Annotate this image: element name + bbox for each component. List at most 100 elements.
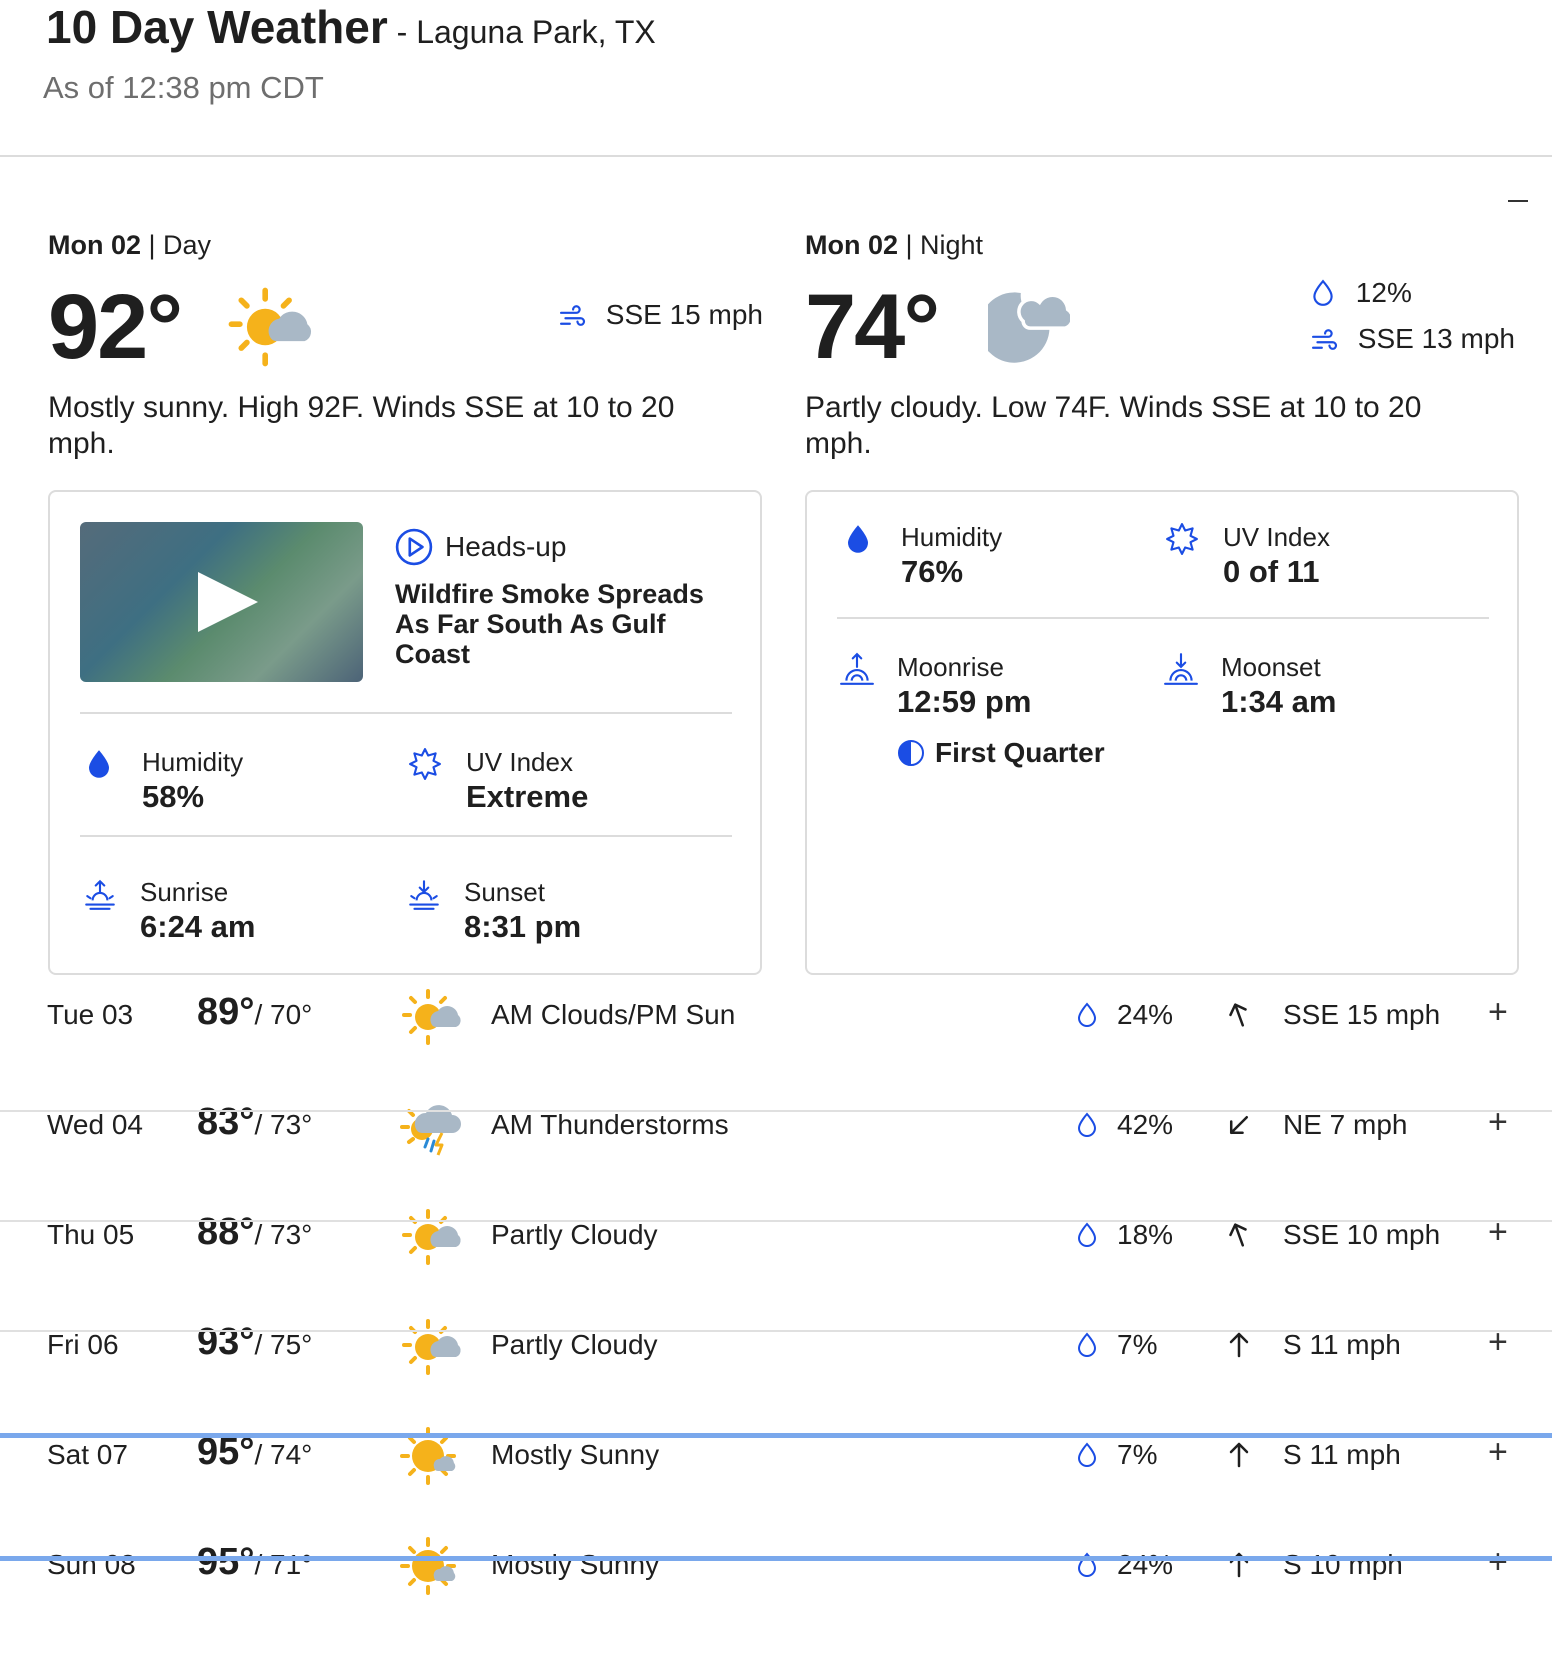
low-temp: / 75° [254,1329,313,1360]
as-of-timestamp: As of 12:38 pm CDT [43,70,324,105]
night-part: | Night [898,230,984,260]
night-precip: 12% [1355,277,1412,308]
wind-icon [559,305,585,326]
partly-cloudy-day-icon [402,1319,462,1375]
forecast-condition: AM Clouds/PM Sun [491,999,736,1030]
row-divider [0,1220,1552,1222]
expand-icon[interactable]: + [1488,1433,1508,1472]
day-wind: SSE 15 mph [605,299,763,330]
row-divider [0,1433,1552,1438]
forecast-precip: 7% [1075,1329,1157,1361]
day-temperature: 92° [48,276,183,378]
expand-icon[interactable]: + [1488,1543,1508,1582]
partly-cloudy-day-icon [402,989,462,1045]
forecast-day: Thu 05 [47,1219,135,1250]
video-kicker[interactable]: Heads-up [395,528,566,566]
forecast-row[interactable]: Wed 04 83°/ 73° AM Thunderstorms 42% NE 7 mp… [0,1073,1552,1181]
forecast-precip: 24% [1075,999,1173,1031]
low-temp: / 73° [254,1109,313,1140]
precip-icon [1078,1113,1096,1137]
forecast-temps: 95°/ 71° [197,1541,312,1584]
forecast-precip: 24% [1075,1549,1173,1581]
wind-direction-icon [1229,1223,1247,1247]
partly-cloudy-day-icon [402,1209,462,1265]
row-divider [0,1330,1552,1332]
moonrise-icon [840,653,874,685]
day-details-card: Heads-up Wildfire Smoke Spreads As Far S… [48,490,762,975]
wind-direction-icon [1229,1003,1247,1027]
low-temp: / 73° [254,1219,313,1250]
sunrise-time: 6:24 am [140,909,256,944]
forecast-wind: S 10 mph [1225,1549,1403,1581]
forecast-row[interactable]: Sun 08 95°/ 71° Mostly Sunny 24% S 10 mph + [0,1513,1552,1621]
expand-icon[interactable]: + [1488,1323,1508,1362]
forecast-temps: 89°/ 70° [197,991,312,1034]
page-title: 10 Day Weather [46,1,388,53]
forecast-wind: SSE 10 mph [1225,1219,1440,1251]
card-divider [837,617,1489,619]
forecast-row[interactable]: Sat 07 95°/ 74° Mostly Sunny 7% S 11 mph + [0,1403,1552,1511]
night-temperature: 74° [805,276,940,378]
moonset-icon [1164,653,1198,685]
forecast-precip: 7% [1075,1439,1157,1471]
uv-index-icon [409,748,441,780]
night-wind: SSE 13 mph [1357,323,1515,354]
night-side-stats: 12% SSE 13 mph [1310,270,1515,362]
sunrise-icon [85,880,115,910]
forecast-condition: Mostly Sunny [491,1439,660,1470]
video-thumbnail[interactable] [80,522,363,682]
moonset-time: 1:34 am [1221,684,1337,719]
partly-cloudy-night-icon [988,290,1070,365]
sunset-icon [409,880,439,910]
low-temp: / 74° [254,1439,313,1470]
header-divider [0,155,1552,157]
forecast-condition: Partly Cloudy [491,1329,658,1360]
play-icon[interactable] [198,572,258,632]
forecast-wind: SSE 15 mph [1225,999,1440,1031]
uv-index-icon [1166,523,1198,555]
card-divider [80,712,732,714]
humidity-icon [89,750,109,778]
day-part: | Day [141,230,212,260]
forecast-wind: S 11 mph [1225,1439,1401,1471]
humidity-icon [848,525,868,553]
mostly-sunny-icon [400,1537,458,1595]
night-details-card: Humidity 76% UV Index 0 of 11 Moonrise 1… [805,490,1519,975]
day-humidity-value: 58% [142,779,205,814]
moonrise-time: 12:59 pm [897,684,1032,719]
card-divider [80,835,732,837]
forecast-precip: 18% [1075,1219,1173,1251]
forecast-temps: 88°/ 73° [197,1211,312,1254]
forecast-temps: 83°/ 73° [197,1101,312,1144]
night-narrative: Partly cloudy. Low 74F. Winds SSE at 10 … [805,391,1422,460]
precip-icon [1313,280,1333,306]
forecast-row[interactable]: Thu 05 88°/ 73° Partly Cloudy 18% SSE 10 mph… [0,1183,1552,1291]
night-humidity-value: 76% [901,554,964,589]
high-temp: 89° [197,991,255,1033]
expand-icon[interactable]: + [1488,1213,1508,1252]
day-side-stats: SSE 15 mph [558,292,763,338]
day-panel: Mon 02 | Day 92° SSE 15 mph Mostly sunny… [48,230,763,975]
row-divider [0,1110,1552,1112]
forecast-day: Sun 08 [47,1549,136,1580]
precip-icon [1078,1003,1096,1027]
forecast-condition: Partly Cloudy [491,1219,658,1250]
collapse-icon[interactable] [1508,200,1528,202]
forecast-condition: Mostly Sunny [491,1549,660,1580]
moon-phase: First Quarter [897,737,1105,769]
day-uv-value: Extreme [466,779,589,814]
forecast-temps: 93°/ 75° [197,1321,312,1364]
forecast-row[interactable]: Fri 06 93°/ 75° Partly Cloudy 7% S 11 mph + [0,1293,1552,1401]
forecast-day: Tue 03 [47,999,134,1030]
day-date: Mon 02 [48,230,142,260]
expand-icon[interactable]: + [1488,993,1508,1032]
forecast-row[interactable]: Tue 03 89°/ 70° AM Clouds/PM Sun 24% SSE 15 … [0,963,1552,1071]
page-header: 10 Day Weather - Laguna Park, TX [46,0,656,54]
low-temp: / 71° [254,1549,313,1580]
precip-icon [1078,1443,1096,1467]
thunderstorm-icon [400,1103,462,1157]
forecast-condition: AM Thunderstorms [491,1109,729,1140]
video-headline[interactable]: Wildfire Smoke Spreads As Far South As G… [395,579,725,669]
forecast-day: Sat 07 [47,1439,128,1470]
expand-icon[interactable]: + [1488,1103,1508,1142]
